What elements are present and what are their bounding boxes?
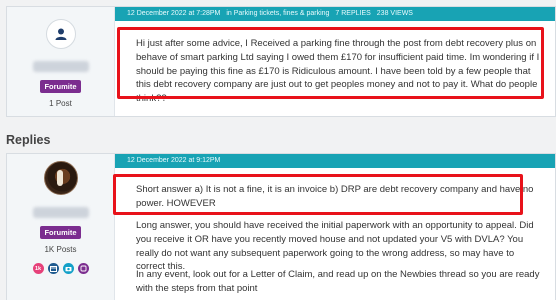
reply-paragraph-3: In any event, look out for a Letter of C… (136, 269, 540, 294)
piggy-bank-icon[interactable] (77, 263, 89, 274)
rank-badge: Forumite (40, 80, 81, 93)
author-panel: Forumite 1K Posts 1k (7, 154, 115, 300)
1k-icon[interactable]: 1k (32, 263, 44, 274)
post-date[interactable]: 12 December 2022 at 7:28PM (127, 10, 220, 17)
reply-count: 7 REPLIES (335, 10, 371, 17)
user-icon (55, 28, 66, 40)
replies-heading: Replies (6, 133, 51, 147)
calendar-icon[interactable] (47, 263, 59, 274)
post-category[interactable]: in Parking tickets, fines & parking (226, 10, 329, 17)
avatar[interactable] (43, 161, 78, 195)
post-meta-bar: 12 December 2022 at 7:28PM in Parking ti… (115, 7, 555, 21)
post-count: 1K Posts (44, 245, 77, 254)
view-count: 238 VIEWS (376, 10, 413, 17)
reply-paragraph-2: Long answer, you should have received th… (136, 220, 534, 273)
author-name-redacted[interactable] (32, 207, 89, 218)
avatar[interactable] (45, 19, 76, 49)
highlight-box (113, 174, 523, 215)
post-date[interactable]: 12 December 2022 at 9:12PM (127, 157, 220, 164)
post-meta-bar: 12 December 2022 at 9:12PM (115, 154, 555, 168)
author-panel: Forumite 1 Post (7, 7, 115, 116)
highlight-box (117, 27, 544, 99)
achievement-icons: 1k (32, 263, 89, 274)
post-count: 1 Post (49, 99, 72, 108)
camera-icon[interactable] (62, 263, 74, 274)
author-name-redacted[interactable] (32, 61, 89, 72)
rank-badge: Forumite (40, 226, 81, 239)
